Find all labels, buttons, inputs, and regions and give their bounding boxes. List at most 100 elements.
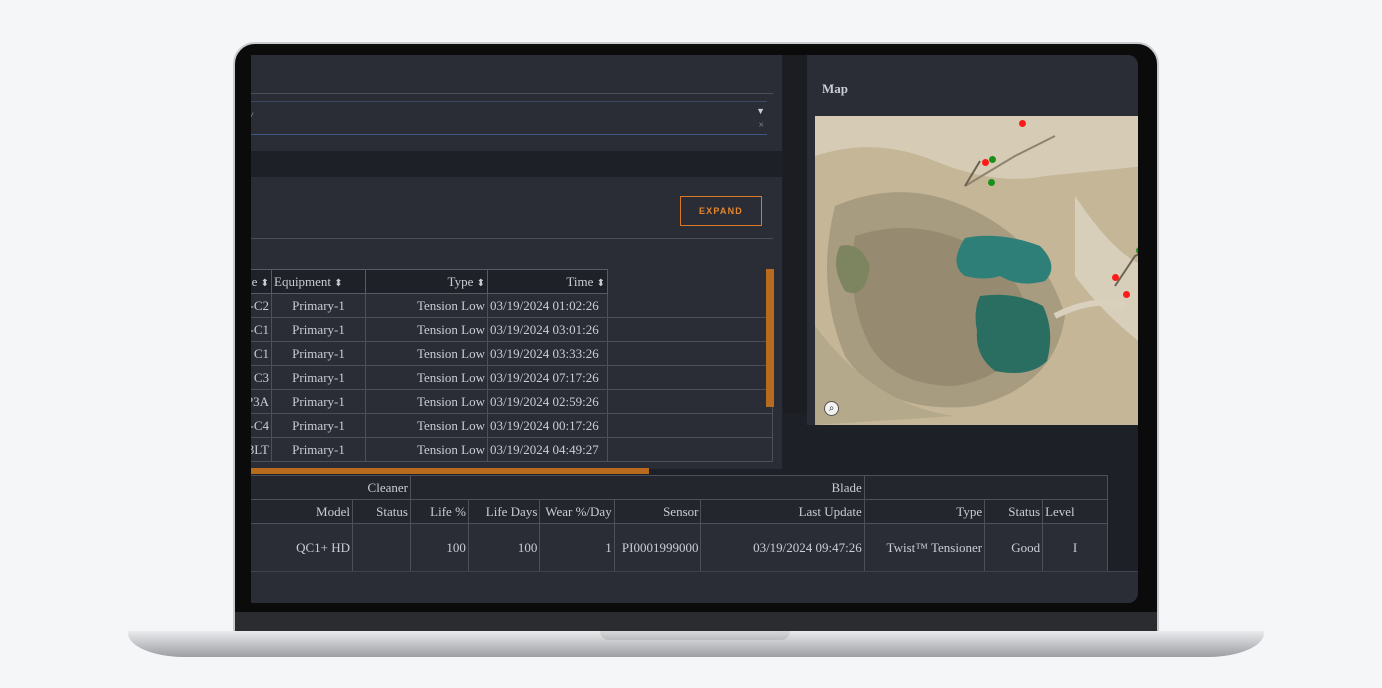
col-header-level[interactable]: Level	[1042, 499, 1108, 524]
cell-level: I	[1042, 523, 1108, 572]
cell-equipment: Primary-1	[271, 389, 366, 414]
table-row[interactable]: C3 Primary-1 Tension Low 03/19/2024 07:17:2…	[251, 365, 773, 390]
vertical-scrollbar[interactable]	[766, 269, 774, 407]
map-marker-alarm[interactable]	[1019, 120, 1026, 127]
table-row[interactable]: -C4 Primary-1 Tension Low 03/19/2024 00:17:…	[251, 413, 773, 438]
col-header-life-days[interactable]: Life Days	[467, 499, 541, 524]
col-header-wear-per-day[interactable]: Wear %/Day	[539, 499, 615, 524]
horizontal-scrollbar[interactable]	[251, 468, 649, 474]
cell-model: QC1+ HD	[251, 523, 353, 572]
column-gutter	[783, 55, 807, 413]
table-row[interactable]: -C2 Primary-1 Tension Low 03/19/2024 01:02:…	[251, 293, 773, 318]
cell-life-days: 100	[467, 523, 541, 572]
cell-time: 03/19/2024 00:17:26	[487, 413, 608, 438]
map-marker-alarm[interactable]	[1123, 291, 1130, 298]
map-title: Map	[822, 81, 848, 96]
col-header-label: Equipment	[274, 273, 332, 289]
col-header-status-2[interactable]: Status	[984, 499, 1044, 524]
cell-status-2: Good	[984, 523, 1044, 572]
cell-id: C3	[251, 365, 272, 390]
table-row[interactable]: 3LT Primary-1 Tension Low 03/19/2024 04:49:…	[251, 437, 773, 462]
col-header-life-pct[interactable]: Life %	[409, 499, 469, 524]
cell-filler	[607, 317, 773, 342]
map-marker-alarm[interactable]	[982, 159, 989, 166]
group-header-cleaner: Cleaner	[251, 475, 411, 500]
cell-type: Tension Low	[365, 437, 488, 462]
map-marker-ok[interactable]	[988, 179, 995, 186]
map-panel: Map ⌕	[807, 55, 1138, 425]
footer-band	[251, 571, 1138, 603]
cell-time: 03/19/2024 04:49:27	[487, 437, 608, 462]
events-header-row: ase ⬍ Equipment ⬍ Type ⬍ Time ⬍	[251, 269, 773, 294]
cell-id: -C2	[251, 293, 272, 318]
cell-type: Twist™ Tensioner	[863, 523, 986, 572]
map-imagery	[815, 116, 1138, 425]
laptop-notch	[600, 631, 790, 640]
table-row[interactable]: QC1+ HD 100 100 1 PI0001999000 03/19/202…	[251, 523, 1108, 572]
cell-equipment: Primary-1	[271, 293, 366, 318]
cell-id: -C1	[251, 317, 272, 342]
sort-icon[interactable]: ⬍	[477, 278, 485, 289]
cell-wear-per-day: 1	[539, 523, 615, 572]
col-header-label: Type	[447, 273, 474, 289]
cell-filler	[607, 293, 773, 318]
col-header-phase[interactable]: ase ⬍	[251, 269, 272, 294]
cell-filler	[607, 437, 773, 462]
cell-equipment: Primary-1	[271, 437, 366, 462]
clear-icon[interactable]: ×	[758, 120, 764, 131]
map-marker-alarm[interactable]	[1112, 274, 1119, 281]
cell-type: Tension Low	[365, 293, 488, 318]
col-header-time[interactable]: Time ⬍	[487, 269, 608, 294]
filter-select-value: /	[251, 109, 253, 125]
col-header-type[interactable]: Type	[863, 499, 986, 524]
col-header-label: ase	[251, 273, 258, 289]
divider	[251, 93, 773, 94]
sort-icon[interactable]: ⬍	[261, 278, 269, 289]
cell-type: Tension Low	[365, 341, 488, 366]
col-header-sensor[interactable]: Sensor	[613, 499, 702, 524]
cell-type: Tension Low	[365, 365, 488, 390]
col-header-status[interactable]: Status	[351, 499, 411, 524]
filter-select[interactable]: / ▼ ×	[251, 101, 767, 135]
cell-filler	[607, 341, 773, 366]
cell-equipment: Primary-1	[271, 341, 366, 366]
details-header-row: Model Status Life % Life Days Wear %/Day…	[251, 499, 1108, 524]
table-row[interactable]: C1 Primary-1 Tension Low 03/19/2024 03:33:2…	[251, 341, 773, 366]
cell-type: Tension Low	[365, 389, 488, 414]
map-marker-ok[interactable]	[989, 156, 996, 163]
group-header-blade: Blade	[409, 475, 865, 500]
sort-icon[interactable]: ⬍	[597, 278, 605, 289]
cell-life-pct: 100	[409, 523, 469, 572]
filter-panel: / ▼ ×	[251, 55, 782, 151]
sort-icon[interactable]: ⬍	[334, 278, 342, 289]
col-header-equipment[interactable]: Equipment ⬍	[271, 269, 366, 294]
cell-filler	[607, 365, 773, 390]
cell-time: 03/19/2024 03:01:26	[487, 317, 608, 342]
cell-last-update: 03/19/2024 09:47:26	[700, 523, 865, 572]
details-group-row: Cleaner Blade	[251, 475, 1109, 500]
divider	[251, 238, 773, 239]
table-row[interactable]: ?3APrimary-1Tension Low03/19/2024 02:59:…	[251, 389, 773, 414]
cell-status	[351, 523, 411, 572]
details-table: Cleaner Blade Model Status Life % Life D…	[251, 475, 1109, 572]
satellite-map[interactable]: ⌕	[815, 116, 1138, 425]
col-header-type[interactable]: Type ⬍	[365, 269, 488, 294]
cell-filler	[607, 413, 773, 438]
cell-time: 03/19/2024 07:17:26	[487, 365, 608, 390]
table-row[interactable]: -C1 Primary-1 Tension Low 03/19/2024 03:01:…	[251, 317, 773, 342]
map-marker-ok[interactable]	[1136, 247, 1138, 254]
cell-equipment: Primary-1	[271, 317, 366, 342]
cell-id: ?3A	[251, 389, 272, 414]
col-header-last-update[interactable]: Last Update	[700, 499, 865, 524]
col-header-label: Time	[566, 273, 594, 289]
cell-equipment: Primary-1	[271, 413, 366, 438]
cell-equipment: Primary-1	[271, 365, 366, 390]
cell-type: Tension Low	[365, 317, 488, 342]
col-header-model[interactable]: Model	[251, 499, 353, 524]
cell-type: Tension Low	[365, 413, 488, 438]
expand-button[interactable]: EXPAND	[680, 196, 762, 226]
cell-time: 03/19/2024 02:59:26	[487, 389, 608, 414]
cell-time: 03/19/2024 03:33:26	[487, 341, 608, 366]
zoom-icon[interactable]: ⌕	[824, 401, 839, 416]
caret-down-icon[interactable]: ▼	[756, 106, 765, 116]
